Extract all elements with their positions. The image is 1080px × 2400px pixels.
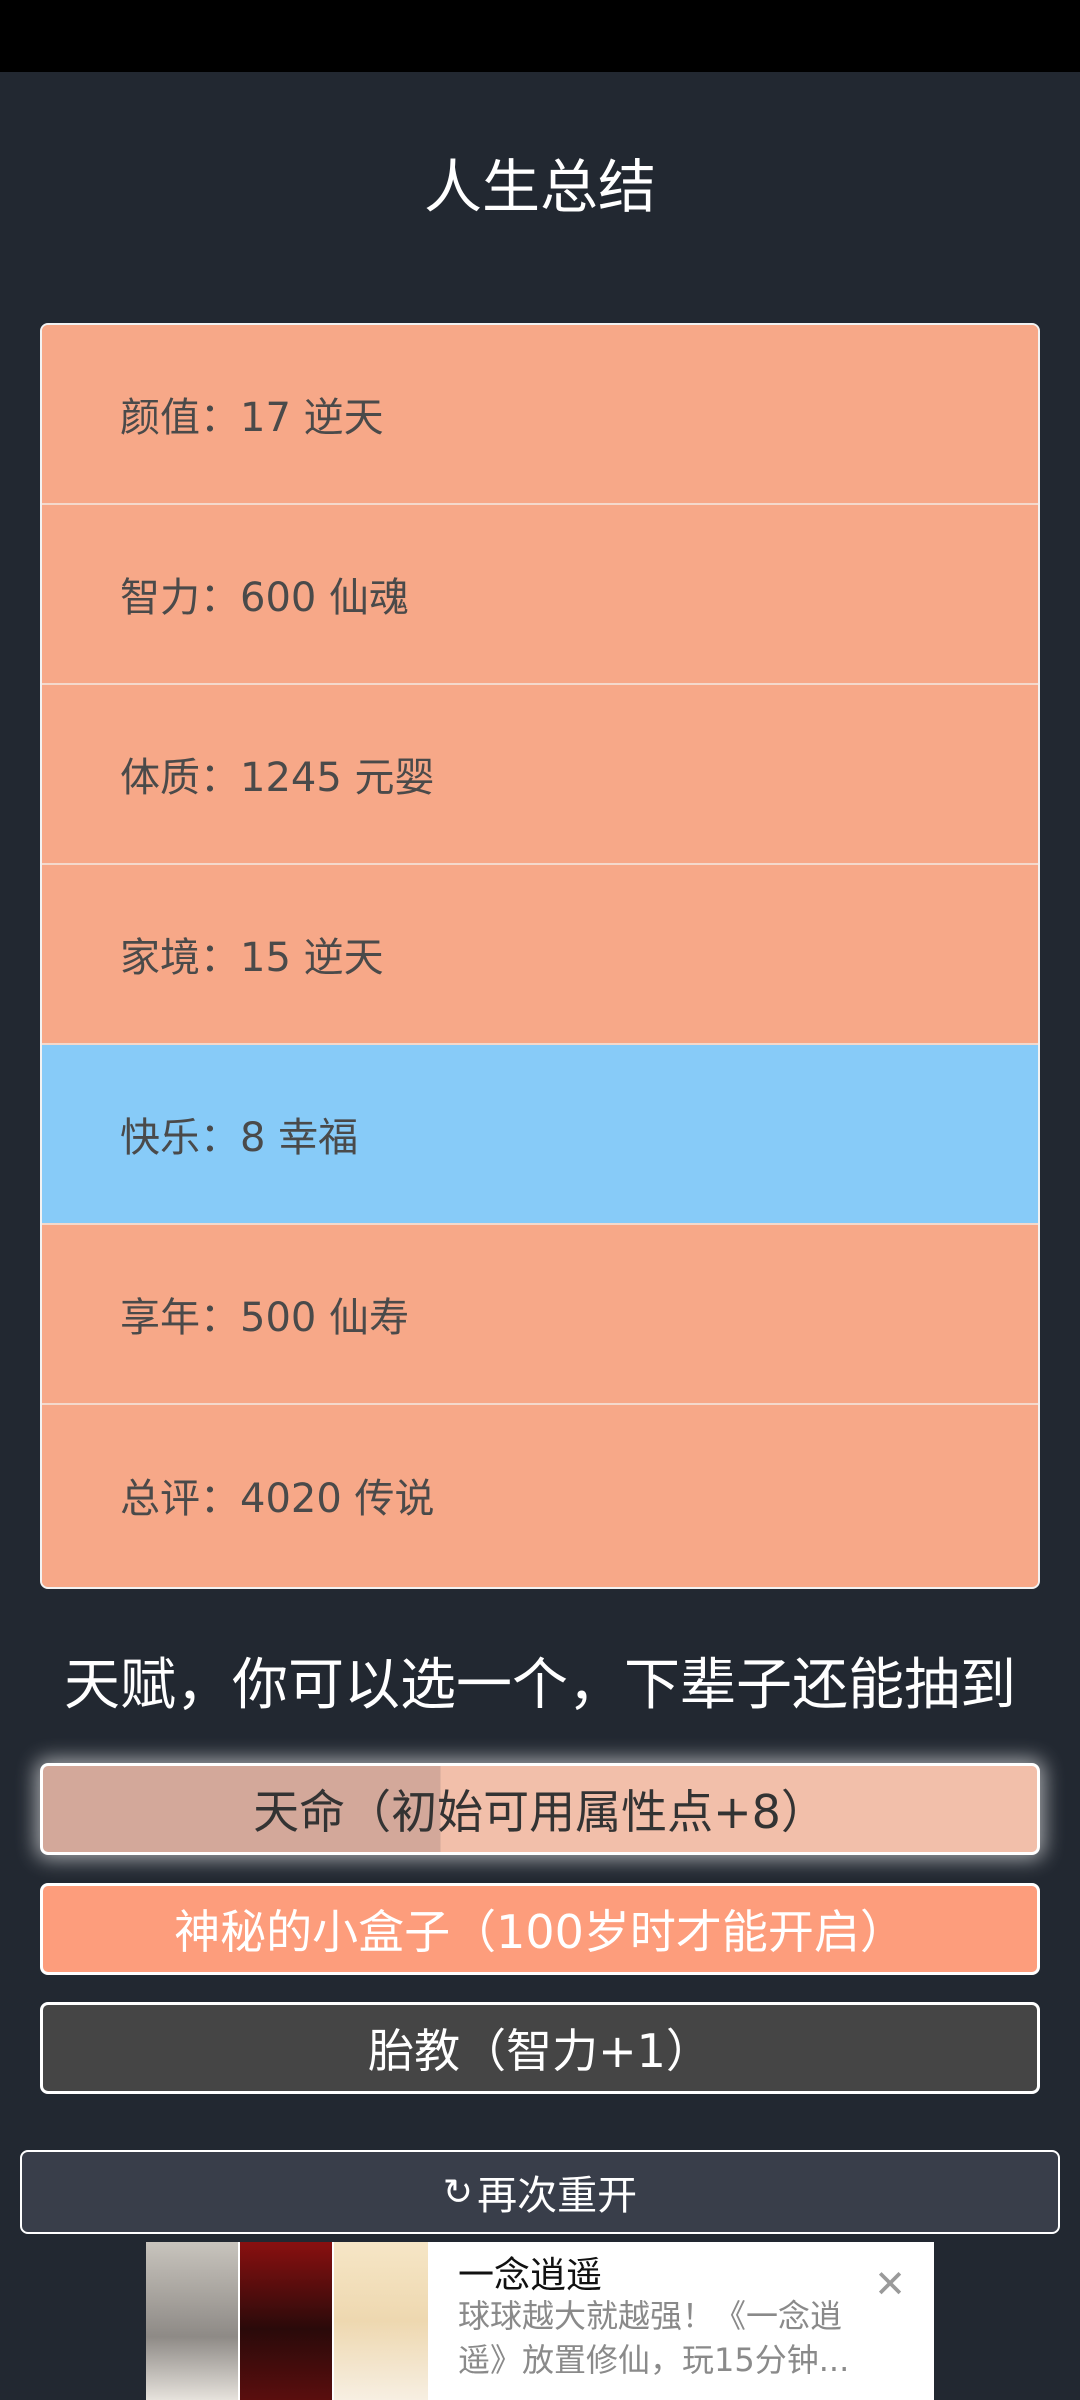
talent-option-label: 胎教（智力+1） bbox=[368, 2024, 712, 2078]
summary-row-text: 体质：1245 元婴 bbox=[120, 755, 435, 801]
summary-row-text: 总评：4020 传说 bbox=[120, 1476, 435, 1522]
talent-option-label: 神秘的小盒子（100岁时才能开启） bbox=[174, 1905, 906, 1959]
talent-option-prenatal-education[interactable]: 胎教（智力+1） bbox=[40, 2002, 1040, 2094]
ad-image bbox=[146, 2242, 238, 2400]
restart-label: 再次重开 bbox=[477, 2173, 638, 2219]
ad-banner[interactable]: 一念逍遥 球球越大就越强！《一念逍遥》放置修仙，玩15分钟... ✕ bbox=[146, 2242, 934, 2400]
refresh-icon: ↻ bbox=[442, 2171, 474, 2213]
ad-title: 一念逍遥 bbox=[458, 2255, 603, 2296]
ad-description: 球球越大就越强！《一念逍遥》放置修仙，玩15分钟... bbox=[458, 2297, 850, 2379]
talent-option-destiny[interactable]: 天命（初始可用属性点+8） bbox=[40, 1763, 1040, 1855]
summary-row-text: 智力：600 仙魂 bbox=[120, 575, 410, 621]
summary-row-appearance: 颜值：17 逆天 bbox=[42, 325, 1038, 505]
page-title: 人生总结 bbox=[423, 153, 656, 221]
talent-heading: 天赋，你可以选一个，下辈子还能抽到 bbox=[64, 1653, 1016, 1718]
summary-list: 颜值：17 逆天 智力：600 仙魂 体质：1245 元婴 家境：15 逆天 快… bbox=[40, 323, 1040, 1589]
summary-row-lifespan: 享年：500 仙寿 bbox=[42, 1225, 1038, 1405]
restart-button[interactable]: ↻ 再次重开 bbox=[20, 2150, 1060, 2234]
ad-image bbox=[240, 2242, 332, 2400]
status-bar bbox=[0, 0, 1080, 72]
summary-row-intelligence: 智力：600 仙魂 bbox=[42, 505, 1038, 685]
summary-row-overall: 总评：4020 传说 bbox=[42, 1405, 1038, 1585]
summary-row-text: 快乐：8 幸福 bbox=[120, 1115, 359, 1161]
summary-row-text: 享年：500 仙寿 bbox=[120, 1295, 410, 1341]
summary-row-constitution: 体质：1245 元婴 bbox=[42, 685, 1038, 865]
close-icon[interactable]: ✕ bbox=[874, 2262, 906, 2306]
summary-row-family: 家境：15 逆天 bbox=[42, 865, 1038, 1045]
summary-row-text: 家境：15 逆天 bbox=[120, 935, 384, 981]
ad-image bbox=[334, 2242, 428, 2400]
talent-option-mystery-box[interactable]: 神秘的小盒子（100岁时才能开启） bbox=[40, 1883, 1040, 1975]
summary-row-text: 颜值：17 逆天 bbox=[120, 395, 384, 441]
summary-row-happiness: 快乐：8 幸福 bbox=[42, 1045, 1038, 1225]
talent-option-label: 天命（初始可用属性点+8） bbox=[253, 1785, 827, 1839]
